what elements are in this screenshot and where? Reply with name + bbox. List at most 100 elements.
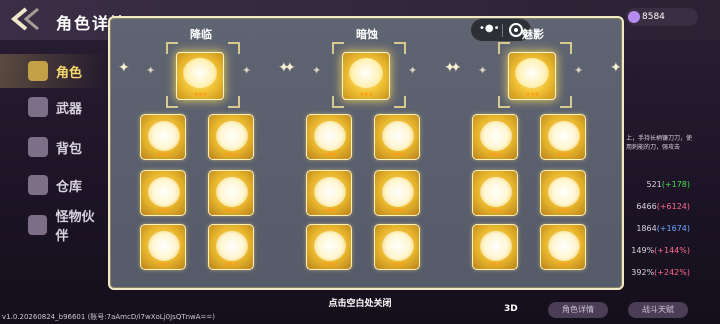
- skill-icon[interactable]: ★★★: [374, 224, 420, 270]
- monster-partner-icon: [28, 215, 48, 235]
- back-arrow-icon[interactable]: [8, 6, 48, 32]
- sparkle-icon: ✦: [118, 60, 130, 76]
- gem-icon: [628, 11, 640, 23]
- stat-row: 1864(+1674): [626, 224, 720, 246]
- skill-icon[interactable]: ★★★: [208, 224, 254, 270]
- stat-row: 521(+178): [626, 180, 720, 202]
- sidebar-item-label: 角色: [56, 65, 83, 81]
- skill-glyph-icon: [548, 121, 580, 151]
- weapon-icon: [28, 97, 48, 117]
- more-icon[interactable]: •●•: [479, 23, 500, 34]
- star-rating: ★★★: [390, 207, 404, 214]
- stat-bonus: (+144%): [654, 246, 690, 255]
- sparkle-icon: ✦: [284, 60, 296, 76]
- frame-corner: [394, 96, 406, 108]
- skill-icon[interactable]: ★★★: [540, 170, 586, 216]
- sparkle-icon: ✦: [146, 64, 156, 77]
- star-rating: ★★★: [322, 261, 336, 268]
- stat-row: 149%(+144%): [626, 246, 720, 268]
- star-rating: ★★★: [156, 207, 170, 214]
- skill-icon[interactable]: ★★★: [472, 170, 518, 216]
- skill-icon[interactable]: ★★★: [208, 114, 254, 160]
- star-rating: ★★★: [156, 261, 170, 268]
- form-emblem-icon: [349, 58, 383, 88]
- frame-corner: [394, 42, 406, 54]
- stat-bonus: (+242%): [654, 268, 690, 277]
- star-rating: ★★★: [390, 261, 404, 268]
- view-3d-toggle[interactable]: 3D: [504, 304, 518, 314]
- stat-bonus: (+1674): [656, 224, 690, 233]
- currency-amount: 8584: [642, 12, 665, 22]
- sidebar-item-warehouse[interactable]: 仓库: [0, 168, 106, 202]
- skill-icon[interactable]: ★★★: [374, 114, 420, 160]
- skill-icon[interactable]: ★★★: [306, 170, 352, 216]
- star-rating: ★★★: [359, 91, 373, 98]
- skill-glyph-icon: [480, 121, 512, 151]
- stat-row: 392%(+242%): [626, 268, 720, 290]
- warehouse-icon: [28, 175, 48, 195]
- frame-corner: [228, 96, 240, 108]
- sidebar-item-character[interactable]: 角色: [0, 54, 106, 88]
- column-title: 降临: [190, 28, 212, 41]
- star-rating: ★★★: [322, 207, 336, 214]
- star-rating: ★★★: [525, 91, 539, 98]
- character-icon: [28, 61, 48, 81]
- column-title: 暗蚀: [356, 28, 378, 41]
- skill-icon[interactable]: ★★★: [306, 224, 352, 270]
- sidebar-item-label: 武器: [56, 101, 83, 117]
- battle-talent-button[interactable]: 战斗天赋: [628, 302, 688, 318]
- skill-glyph-icon: [382, 231, 414, 261]
- sparkle-icon: ✦: [408, 64, 418, 77]
- skill-glyph-icon: [548, 231, 580, 261]
- frame-corner: [560, 42, 572, 54]
- sidebar-item-monster-partner[interactable]: 怪物伙伴: [0, 208, 106, 244]
- star-rating: ★★★: [322, 151, 336, 158]
- skill-glyph-icon: [148, 121, 180, 151]
- star-rating: ★★★: [556, 261, 570, 268]
- skill-icon[interactable]: ★★★: [472, 114, 518, 160]
- star-rating: ★★★: [488, 261, 502, 268]
- star-rating: ★★★: [156, 151, 170, 158]
- skill-icon[interactable]: ★★★: [140, 114, 186, 160]
- version-string: v1.0.20260824_b96601 (账号:7aAmcD/i7wXoLj0…: [2, 313, 216, 321]
- skill-icon[interactable]: ★★★: [140, 224, 186, 270]
- star-rating: ★★★: [488, 151, 502, 158]
- form-portrait[interactable]: ★★★: [508, 52, 556, 100]
- stat-value: 149%: [631, 246, 655, 255]
- frame-corner: [228, 42, 240, 54]
- skill-icon[interactable]: ★★★: [374, 170, 420, 216]
- skill-icon[interactable]: ★★★: [540, 224, 586, 270]
- form-emblem-icon: [515, 58, 549, 88]
- skill-glyph-icon: [216, 121, 248, 151]
- skill-icon[interactable]: ★★★: [208, 170, 254, 216]
- column-title: 魅影: [522, 28, 544, 41]
- currency-counter[interactable]: 8584: [626, 8, 698, 26]
- star-rating: ★★★: [224, 207, 238, 214]
- form-portrait[interactable]: ★★★: [176, 52, 224, 100]
- stat-value: 6466: [636, 202, 657, 211]
- sparkle-icon: ✦: [610, 60, 622, 76]
- sidebar-item-backpack[interactable]: 背包: [0, 130, 106, 164]
- sparkle-icon: ✦: [574, 64, 584, 77]
- sidebar: 角色 武器 背包 仓库 怪物伙伴: [0, 44, 106, 244]
- skill-icon[interactable]: ★★★: [540, 114, 586, 160]
- stat-row: 6466(+6124): [626, 202, 720, 224]
- skill-glyph-icon: [314, 177, 346, 207]
- sparkle-icon: ✦: [450, 60, 462, 76]
- skill-icon[interactable]: ★★★: [140, 170, 186, 216]
- star-rating: ★★★: [224, 261, 238, 268]
- skill-icon[interactable]: ★★★: [472, 224, 518, 270]
- character-description: 上，手持长柄镰刀刀，使用刺能的刀，强攻击: [626, 135, 693, 151]
- character-details-button[interactable]: 角色详情: [548, 302, 608, 318]
- sidebar-item-weapon[interactable]: 武器: [0, 90, 106, 124]
- star-rating: ★★★: [193, 91, 207, 98]
- star-rating: ★★★: [556, 207, 570, 214]
- backpack-icon: [28, 137, 48, 157]
- form-portrait[interactable]: ★★★: [342, 52, 390, 100]
- skill-glyph-icon: [480, 177, 512, 207]
- skill-icon[interactable]: ★★★: [306, 114, 352, 160]
- sidebar-item-label: 怪物伙伴: [55, 210, 95, 244]
- stat-value: 392%: [631, 268, 655, 277]
- sparkle-icon: ✦: [312, 64, 322, 77]
- stat-list: 521(+178) 6466(+6124) 1864(+1674) 149%(+…: [626, 180, 720, 290]
